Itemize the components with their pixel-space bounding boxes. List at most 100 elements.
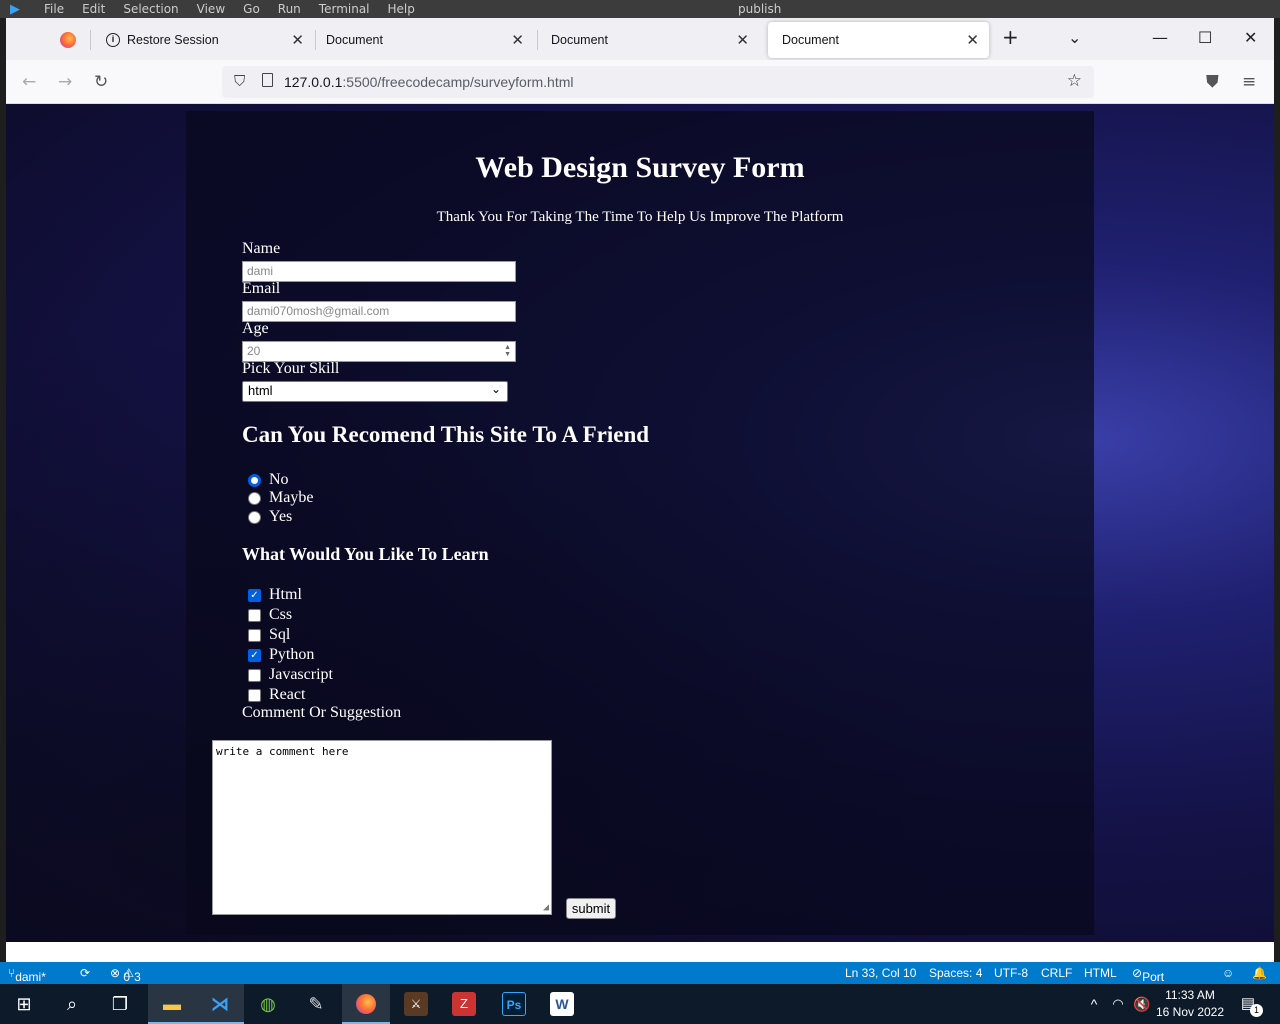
word-icon[interactable]: W [550, 992, 574, 1016]
encoding-status[interactable]: UTF-8 [994, 966, 1028, 980]
indentation-status[interactable]: Spaces: 4 [929, 966, 982, 980]
menu-hamburger-icon[interactable]: ≡ [1242, 72, 1256, 92]
photoshop-icon[interactable]: Ps [502, 992, 526, 1016]
menu-help[interactable]: Help [388, 2, 415, 16]
error-count: 0 [123, 970, 131, 984]
name-input[interactable]: dami [242, 261, 516, 282]
checkbox-label: React [269, 686, 306, 703]
vscode-logo-icon: ▶ [10, 2, 20, 17]
vscode-search-box[interactable]: publish [738, 2, 781, 16]
forward-arrow-icon[interactable]: → [58, 72, 72, 92]
page-viewport: Web Design Survey Form Thank You For Tak… [6, 104, 1274, 942]
reload-icon[interactable]: ↻ [94, 72, 108, 92]
email-input[interactable]: dami070mosh@gmail.com [242, 301, 516, 322]
checkbox-option-react[interactable]: React [248, 686, 305, 704]
checkbox[interactable] [248, 628, 261, 642]
radio-label: No [269, 471, 289, 488]
checkbox-option-python[interactable]: ✓ Python [248, 646, 314, 664]
tab-label: Document [326, 33, 383, 47]
checkbox[interactable] [248, 688, 261, 702]
radio-option-yes[interactable]: Yes [248, 508, 292, 526]
page-title: Web Design Survey Form [475, 151, 805, 184]
skill-label: Pick Your Skill [242, 360, 340, 377]
minimize-icon[interactable]: — [1152, 28, 1168, 47]
age-label: Age [242, 320, 269, 337]
game-icon[interactable]: ⚔ [404, 992, 428, 1016]
tab-document-2[interactable]: Document ✕ [537, 22, 759, 58]
filezilla-icon[interactable]: Z [452, 992, 476, 1016]
checkbox[interactable] [248, 608, 261, 622]
system-clock[interactable]: 11:33 AM 16 Nov 2022 [1150, 987, 1230, 1021]
checkbox-option-javascript[interactable]: Javascript [248, 666, 333, 684]
radio-option-no[interactable]: No [248, 471, 289, 489]
checkbox-label: Css [269, 606, 293, 623]
close-tab-icon[interactable]: ✕ [966, 31, 979, 49]
radio-option-maybe[interactable]: Maybe [248, 489, 313, 507]
language-mode[interactable]: HTML [1084, 966, 1117, 980]
feedback-icon[interactable]: ☺ [1222, 966, 1234, 980]
checkbox[interactable] [248, 668, 261, 682]
close-tab-icon[interactable]: ✕ [736, 31, 749, 49]
firefox-window: i Restore Session ✕ Document ✕ Document … [6, 18, 1274, 962]
windows-taskbar: ⊞ ⌕ ❐ ▬ ⋊ ◍ ✎ ⚔ Z Ps W ^ ◠ 🔇 11:33 AM 16… [0, 984, 1280, 1024]
menu-go[interactable]: Go [243, 2, 260, 16]
comment-textarea[interactable]: write a comment here ◢ [212, 740, 552, 915]
radio-button[interactable] [248, 491, 261, 505]
menu-selection[interactable]: Selection [123, 2, 178, 16]
tab-document-active[interactable]: Document ✕ [768, 22, 989, 58]
radio-button[interactable] [248, 473, 261, 487]
radio-label: Maybe [269, 489, 314, 506]
cursor-position[interactable]: Ln 33, Col 10 [845, 966, 916, 980]
bell-icon[interactable]: 🔔 [1252, 966, 1267, 980]
checkbox-option-css[interactable]: Css [248, 606, 292, 624]
network-icon[interactable]: ◠ [1106, 992, 1130, 1016]
sync-icon[interactable]: ⟳ [80, 966, 90, 980]
xampp-icon[interactable]: ◍ [256, 992, 280, 1016]
bookmark-star-icon[interactable]: ☆ [1067, 71, 1082, 91]
close-tab-icon[interactable]: ✕ [511, 31, 524, 49]
url-bar[interactable]: ⛉ 127.0.0.1:5500/freecodecamp/surveyform… [222, 66, 1094, 98]
radio-label: Yes [269, 508, 293, 525]
menu-run[interactable]: Run [278, 2, 301, 16]
number-spinner-icon[interactable]: ▲ ▼ [504, 344, 511, 358]
new-tab-icon[interactable]: + [1002, 25, 1019, 49]
pocket-icon[interactable]: ⛊ [1206, 72, 1219, 92]
vscode-icon[interactable]: ⋊ [208, 992, 232, 1016]
radio-button[interactable] [248, 510, 261, 524]
checkbox[interactable]: ✓ [248, 648, 261, 662]
task-view-icon[interactable]: ❐ [108, 992, 132, 1016]
shield-icon[interactable]: ⛉ [234, 73, 245, 90]
show-hidden-icons-chevron[interactable]: ^ [1082, 992, 1106, 1016]
maximize-icon[interactable]: ☐ [1198, 28, 1212, 47]
submit-button[interactable]: submit [566, 898, 616, 919]
url-text[interactable]: 127.0.0.1:5500/freecodecamp/surveyform.h… [284, 74, 574, 90]
checkbox-option-html[interactable]: ✓ Html [248, 586, 302, 604]
checkbox-option-sql[interactable]: Sql [248, 626, 290, 644]
paint-icon[interactable]: ✎ [304, 992, 328, 1016]
tab-document-1[interactable]: Document ✕ [312, 22, 534, 58]
search-icon[interactable]: ⌕ [60, 992, 84, 1016]
menu-file[interactable]: File [44, 2, 64, 16]
menu-view[interactable]: View [197, 2, 225, 16]
problems-status[interactable]: ⊗ 0 ⚠ 3 [110, 966, 141, 984]
age-input[interactable]: 20 ▲ ▼ [242, 341, 516, 362]
back-arrow-icon[interactable]: ← [22, 72, 36, 92]
live-server-port[interactable]: ⊘ Port : 5500 [1132, 966, 1169, 1012]
resize-grip-icon[interactable]: ◢ [543, 902, 549, 913]
menu-edit[interactable]: Edit [82, 2, 105, 16]
checkbox[interactable]: ✓ [248, 588, 261, 602]
close-tab-icon[interactable]: ✕ [291, 31, 304, 49]
tab-restore-session[interactable]: i Restore Session ✕ [92, 22, 314, 58]
windows-start-icon[interactable]: ⊞ [12, 992, 36, 1016]
skill-select[interactable]: html ⌄ [242, 381, 508, 402]
firefox-tab[interactable] [46, 22, 86, 58]
branch-status[interactable]: ⑂ dami* [8, 966, 46, 984]
menu-terminal[interactable]: Terminal [319, 2, 370, 16]
tab-list-chevron-icon[interactable]: ⌄ [1068, 28, 1081, 47]
close-window-icon[interactable]: ✕ [1244, 28, 1257, 47]
checkbox-label: Sql [269, 626, 291, 643]
file-explorer-icon[interactable]: ▬ [160, 992, 184, 1016]
firefox-taskbar-icon[interactable] [354, 992, 378, 1016]
eol-status[interactable]: CRLF [1041, 966, 1072, 980]
vscode-title-bar: ▶ File Edit Selection View Go Run Termin… [0, 0, 1280, 18]
